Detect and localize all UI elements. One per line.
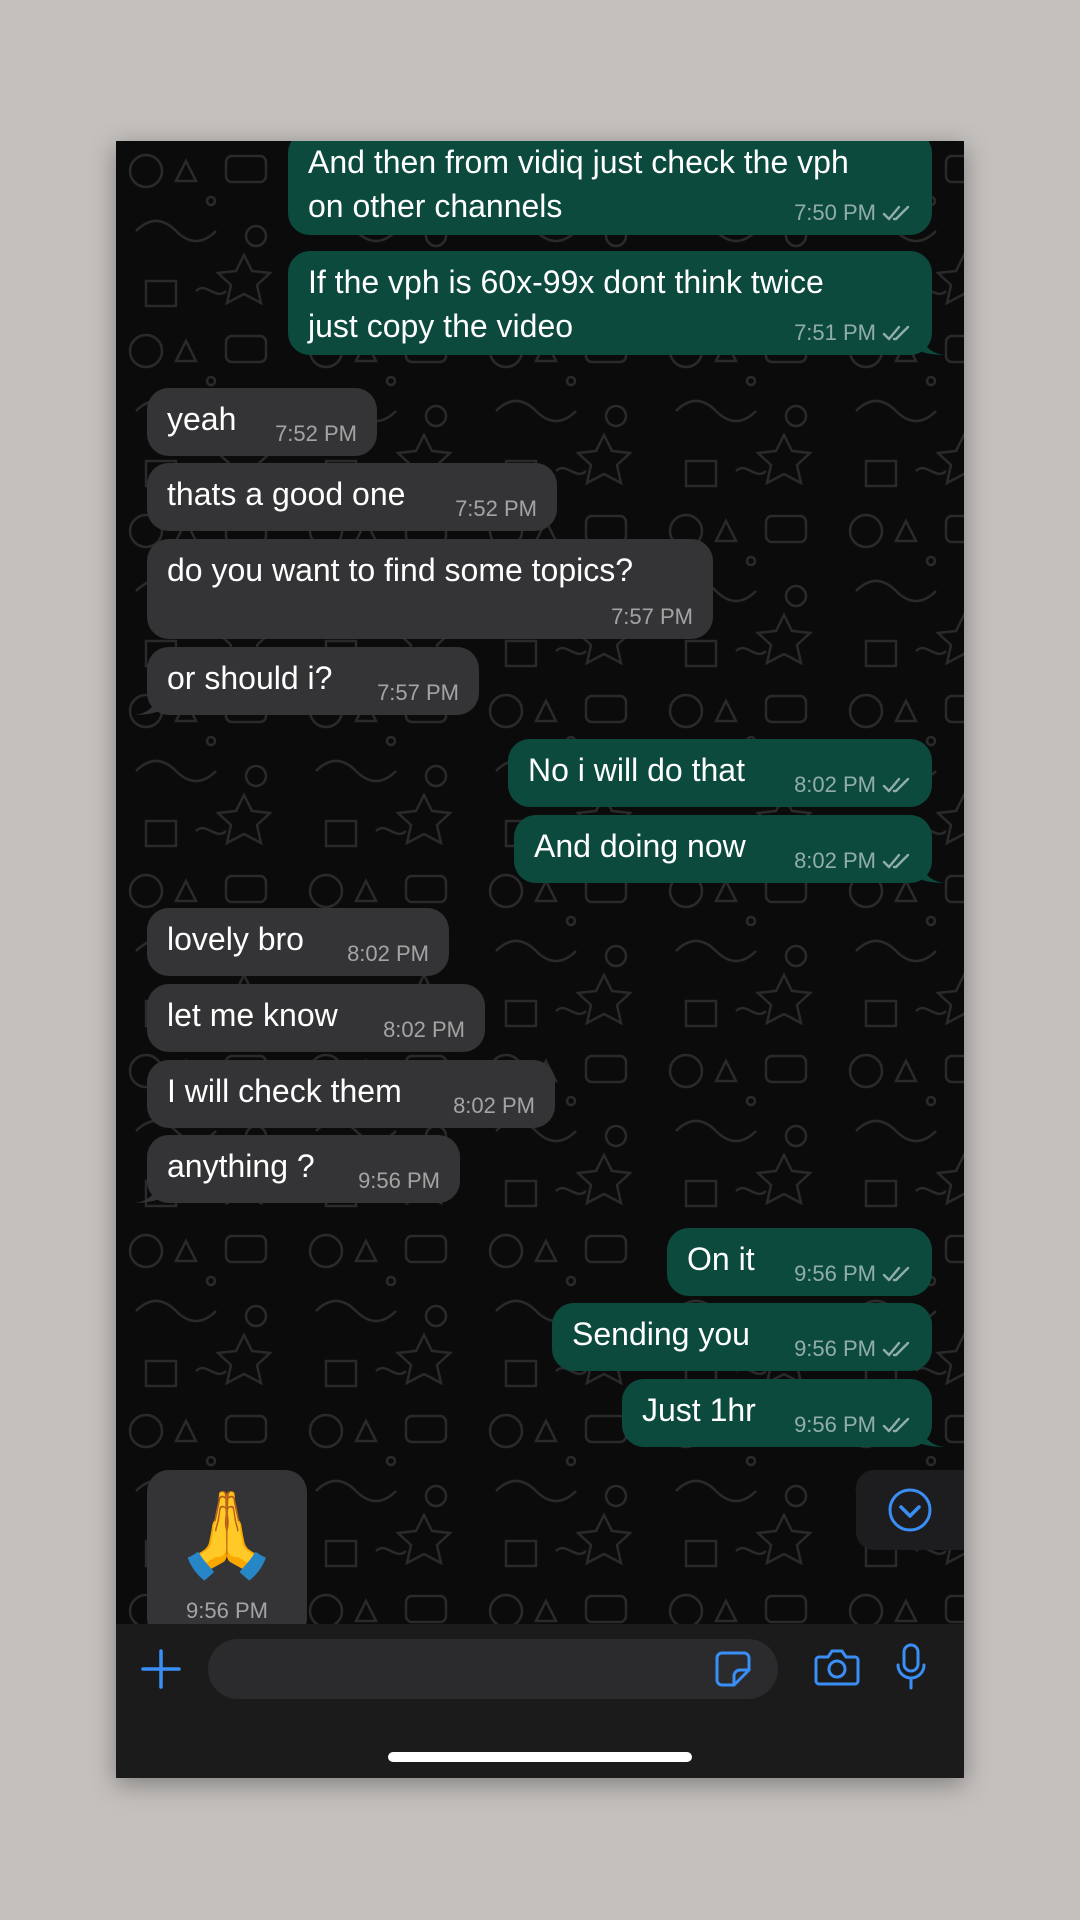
- message-time: 8:02 PM: [794, 848, 876, 873]
- incoming-message[interactable]: let me know 8:02 PM: [147, 984, 485, 1052]
- sticker-button[interactable]: [713, 1649, 753, 1689]
- message-time: 7:52 PM: [455, 496, 537, 521]
- double-check-icon: [882, 1341, 910, 1357]
- outgoing-message[interactable]: If the vph is 60x-99x dont think twice j…: [288, 251, 944, 355]
- message-time: 8:02 PM: [453, 1093, 535, 1118]
- sticker-icon: [715, 1651, 751, 1687]
- phone-screen: And then from vidiq just check the vph o…: [116, 141, 964, 1778]
- double-check-icon: [882, 1417, 910, 1433]
- message-time: 7:57 PM: [611, 604, 693, 629]
- outgoing-message[interactable]: Just 1hr 9:56 PM: [622, 1379, 944, 1447]
- message-input[interactable]: [208, 1639, 778, 1699]
- bubble-tail: [135, 1179, 159, 1203]
- double-check-icon: [882, 777, 910, 793]
- microphone-button[interactable]: [891, 1640, 931, 1694]
- incoming-message[interactable]: thats a good one 7:52 PM: [147, 463, 557, 531]
- scroll-to-bottom-button[interactable]: [856, 1470, 964, 1550]
- message-meta: 8:02 PM: [347, 942, 429, 966]
- incoming-message[interactable]: lovely bro 8:02 PM: [147, 908, 449, 976]
- double-check-icon: [882, 853, 910, 869]
- message-time: 8:02 PM: [383, 1017, 465, 1042]
- outgoing-message[interactable]: No i will do that 8:02 PM: [508, 739, 932, 807]
- message-text: do you want to find some topics?: [167, 552, 634, 588]
- message-meta: 8:02 PM: [794, 849, 912, 873]
- incoming-message[interactable]: do you want to find some topics? 7:57 PM: [147, 539, 713, 639]
- message-meta: 8:02 PM: [383, 1018, 465, 1042]
- message-time: 9:56 PM: [794, 1261, 876, 1286]
- message-time: 7:57 PM: [377, 680, 459, 705]
- attach-button[interactable]: [136, 1644, 186, 1694]
- bubble-tail: [135, 691, 159, 715]
- message-meta: 9:56 PM: [794, 1262, 912, 1286]
- bubble-tail: [920, 1423, 944, 1447]
- bubble-tail: [920, 331, 944, 355]
- plus-icon: [141, 1649, 181, 1689]
- bubble-tail: [920, 859, 944, 883]
- message-meta: 7:52 PM: [275, 422, 357, 446]
- double-check-icon: [882, 325, 910, 341]
- camera-button[interactable]: [812, 1642, 862, 1692]
- message-time: 9:56 PM: [794, 1412, 876, 1437]
- camera-icon: [814, 1649, 860, 1686]
- message-meta: 7:52 PM: [455, 497, 537, 521]
- message-time: 7:50 PM: [794, 200, 876, 225]
- incoming-message[interactable]: I will check them 8:02 PM: [147, 1060, 555, 1128]
- message-time: 7:52 PM: [275, 421, 357, 446]
- message-time: 9:56 PM: [186, 1598, 268, 1623]
- message-time: 9:56 PM: [358, 1168, 440, 1193]
- outgoing-message[interactable]: On it 9:56 PM: [667, 1228, 932, 1296]
- outgoing-message[interactable]: And then from vidiq just check the vph o…: [288, 141, 932, 235]
- message-time: 8:02 PM: [794, 772, 876, 797]
- message-time: 9:56 PM: [794, 1336, 876, 1361]
- outgoing-message[interactable]: Sending you 9:56 PM: [552, 1303, 932, 1371]
- message-meta: 7:50 PM: [794, 201, 912, 225]
- home-indicator: [388, 1752, 692, 1762]
- double-check-icon: [882, 205, 910, 221]
- composer-bar: [116, 1624, 964, 1778]
- emoji-message[interactable]: 🙏 9:56 PM: [147, 1470, 307, 1640]
- incoming-message[interactable]: or should i? 7:57 PM: [135, 647, 479, 715]
- chevron-down-circle-icon: [888, 1488, 932, 1532]
- message-time: 8:02 PM: [347, 941, 429, 966]
- message-meta: 7:51 PM: [794, 321, 912, 345]
- incoming-message[interactable]: yeah 7:52 PM: [147, 388, 377, 456]
- message-meta: 9:56 PM: [794, 1337, 912, 1361]
- message-meta: 9:56 PM: [794, 1413, 912, 1437]
- emoji-content: 🙏: [174, 1487, 280, 1581]
- message-meta: 8:02 PM: [453, 1094, 535, 1118]
- microphone-icon: [896, 1643, 926, 1690]
- message-meta: 8:02 PM: [794, 773, 912, 797]
- message-meta: 9:56 PM: [358, 1169, 440, 1193]
- message-list[interactable]: And then from vidiq just check the vph o…: [116, 141, 964, 1624]
- message-meta: 7:57 PM: [377, 681, 459, 705]
- message-time: 7:51 PM: [794, 320, 876, 345]
- incoming-message[interactable]: anything ? 9:56 PM: [135, 1135, 460, 1203]
- double-check-icon: [882, 1266, 910, 1282]
- message-meta: 7:57 PM: [611, 605, 693, 629]
- outgoing-message[interactable]: And doing now 8:02 PM: [514, 815, 944, 883]
